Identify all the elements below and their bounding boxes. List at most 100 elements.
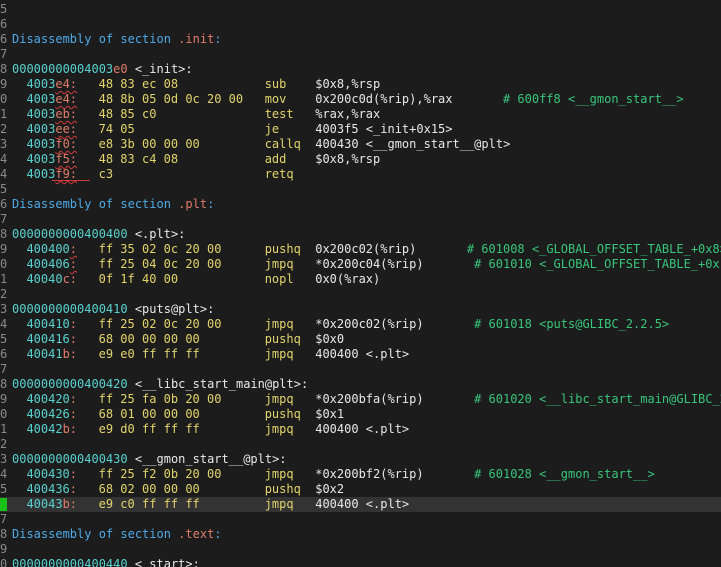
instruction-bytes: 68 02 00 00 00	[98, 482, 200, 496]
line-number: 6	[0, 347, 8, 361]
section-heading-text: Disassembly of section	[12, 197, 179, 211]
address-suffix: ee:	[55, 122, 78, 136]
function-label: 0000000000400430 <__gmon_start__@plt>:	[12, 452, 287, 467]
function-label-line[interactable]: 0 0000000000400440 <_start>:	[0, 557, 721, 567]
instruction-operands: 0x0(%rax)	[315, 272, 381, 286]
function-label-line[interactable]: 8 0000000000400400 <.plt>:	[0, 227, 721, 242]
blank-line[interactable]: 5	[0, 2, 721, 17]
instruction-line[interactable]: 4 4003f9: c3 retq	[0, 167, 721, 182]
section-name: .plt	[178, 197, 208, 211]
instruction-mnemonic: jmpq	[264, 467, 294, 481]
instruction-operands: $0x8,%rsp	[315, 152, 381, 166]
instruction-comment: # 601010 <_GLOBAL_OFFSET_TABLE_+0x10>	[474, 257, 721, 271]
address-prefix: 400406	[26, 257, 70, 271]
line-number: 3	[0, 452, 8, 466]
line-number: 2	[0, 437, 8, 451]
blank-line[interactable]: 5	[0, 182, 721, 197]
function-label-line[interactable]: 3 0000000000400410 <puts@plt>:	[0, 302, 721, 317]
line-number: 0	[0, 407, 8, 421]
instruction-operands: 0x200c02(%rip)	[315, 242, 417, 256]
line-number: 9	[0, 392, 8, 406]
instruction-line[interactable]: 9 400420: ff 25 fa 0b 20 00 jmpq *0x200bfa(%…	[0, 392, 721, 407]
function-address-suffix: e0	[113, 62, 128, 76]
address-suffix: :	[69, 317, 78, 331]
address-prefix: 4003	[26, 152, 56, 166]
instruction-line[interactable]: 1 4003eb: 48 85 c0 test %rax,%rax	[0, 107, 721, 122]
instruction-bytes: e9 c0 ff ff ff	[98, 497, 200, 511]
instruction-mnemonic: sub	[264, 77, 287, 91]
instruction-line[interactable]: 4 400410: ff 25 02 0c 20 00 jmpq *0x200c02(%…	[0, 317, 721, 332]
instruction-address: 4003e4:	[26, 77, 77, 92]
instruction-line[interactable]: 9 400400: ff 35 02 0c 20 00 pushq 0x200c02(%…	[0, 242, 721, 257]
line-number: 8	[0, 377, 8, 391]
line-number: 8	[0, 62, 8, 76]
instruction-line[interactable]: 4 400430: ff 25 f2 0b 20 00 jmpq *0x200bf2(%…	[0, 467, 721, 482]
function-label: 0000000000400410 <puts@plt>:	[12, 302, 214, 317]
instruction-line[interactable]: 4 4003f5: 48 83 c4 08 add $0x8,%rsp	[0, 152, 721, 167]
instruction-mnemonic: pushq	[264, 482, 301, 496]
instruction-address: 400430:	[26, 467, 77, 482]
instruction-mnemonic: pushq	[264, 332, 301, 346]
address-suffix: e4:	[55, 77, 78, 91]
instruction-operands: 400430 <__gmon_start__@plt>	[315, 137, 511, 151]
section-heading: Disassembly of section .init:	[12, 32, 222, 47]
line-number: 5	[0, 182, 8, 196]
instruction-address: 400410:	[26, 317, 77, 332]
blank-line[interactable]: 7	[0, 47, 721, 62]
instruction-address: 400406:	[26, 257, 77, 272]
instruction-line[interactable]: 3 4003f0: e8 3b 00 00 00 callq 400430 <__gmo…	[0, 137, 721, 152]
blank-line[interactable]: 7	[0, 512, 721, 527]
blank-line[interactable]: 9	[0, 542, 721, 557]
blank-line[interactable]: 7	[0, 212, 721, 227]
section-heading: Disassembly of section .plt:	[12, 197, 214, 212]
instruction-line[interactable]: 640043b:e9 c0 ff ff ffjmpq400400 <.plt>	[0, 497, 721, 512]
instruction-line[interactable]: 0 4003e4: 48 8b 05 0d 0c 20 00 mov 0x200c0d(…	[0, 92, 721, 107]
instruction-line[interactable]: 0 400406: ff 25 04 0c 20 00 jmpq *0x200c04(%…	[0, 257, 721, 272]
address-prefix: 400430	[26, 467, 70, 481]
instruction-address: 40043b:	[26, 497, 77, 512]
line-number: 0	[0, 557, 8, 567]
function-label: 0000000000400440 <_start>:	[12, 557, 200, 567]
line-number: 1	[0, 107, 8, 121]
line-number: 5	[0, 332, 8, 346]
address-prefix: 400410	[26, 317, 70, 331]
instruction-mnemonic: jmpq	[264, 392, 294, 406]
instruction-comment: # 601008 <_GLOBAL_OFFSET_TABLE_+0x8>	[466, 242, 721, 256]
instruction-line[interactable]: 1 40040c: 0f 1f 40 00 nopl 0x0(%rax)	[0, 272, 721, 287]
function-label-line[interactable]: 3 0000000000400430 <__gmon_start__@plt>:	[0, 452, 721, 467]
instruction-bytes: c3	[98, 167, 114, 181]
function-label: 00000000004003e0 <_init>:	[12, 62, 193, 77]
function-label-line[interactable]: 8 00000000004003e0 <_init>:	[0, 62, 721, 77]
section-heading-line[interactable]: 8 Disassembly of section .text:	[0, 527, 721, 542]
instruction-operands: *0x200bfa(%rip)	[315, 392, 424, 406]
instruction-line[interactable]: 6 40041b: e9 e0 ff ff ff jmpq 400400 <.plt>	[0, 347, 721, 362]
address-prefix: 400420	[26, 392, 70, 406]
instruction-line[interactable]: 0 400426: 68 01 00 00 00 pushq $0x1	[0, 407, 721, 422]
line-number: 6	[0, 32, 8, 46]
instruction-line[interactable]: 5 400416: 68 00 00 00 00 pushq $0x0	[0, 332, 721, 347]
function-label-line[interactable]: 8 0000000000400420 <__libc_start_main@plt…	[0, 377, 721, 392]
instruction-line[interactable]: 1 40042b: e9 d0 ff ff ff jmpq 400400 <.plt>	[0, 422, 721, 437]
blank-line[interactable]: 7	[0, 362, 721, 377]
instruction-operands: 400400 <.plt>	[315, 497, 410, 511]
instruction-line[interactable]: 5 400436: 68 02 00 00 00 pushq $0x2	[0, 482, 721, 497]
function-address: 0000000000400440	[12, 557, 128, 567]
instruction-operands: 400400 <.plt>	[315, 422, 410, 436]
instruction-comment: # 601020 <__libc_start_main@GLIBC_2.2.5>	[474, 392, 721, 406]
blank-line[interactable]: 6	[0, 17, 721, 32]
section-heading-line[interactable]: 6 Disassembly of section .init:	[0, 32, 721, 47]
instruction-operands: 4003f5 <_init+0x15>	[315, 122, 453, 136]
function-label: 0000000000400400 <.plt>:	[12, 227, 185, 242]
blank-line[interactable]: 2	[0, 287, 721, 302]
line-number: 9	[0, 542, 8, 556]
section-heading-line[interactable]: 6 Disassembly of section .plt:	[0, 197, 721, 212]
instruction-line[interactable]: 2 4003ee: 74 05 je 4003f5 <_init+0x15>	[0, 122, 721, 137]
address-prefix: 4003	[26, 92, 56, 106]
editor-viewport[interactable]: 5 6 6 Disassembly of section .init: 7 8 000000…	[0, 0, 721, 567]
address-suffix: :	[69, 407, 78, 421]
instruction-mnemonic: je	[264, 122, 280, 136]
address-prefix: 4003	[26, 137, 56, 151]
blank-line[interactable]: 2	[0, 437, 721, 452]
instruction-line[interactable]: 9 4003e4: 48 83 ec 08 sub $0x8,%rsp	[0, 77, 721, 92]
address-prefix: 40043	[26, 497, 63, 511]
